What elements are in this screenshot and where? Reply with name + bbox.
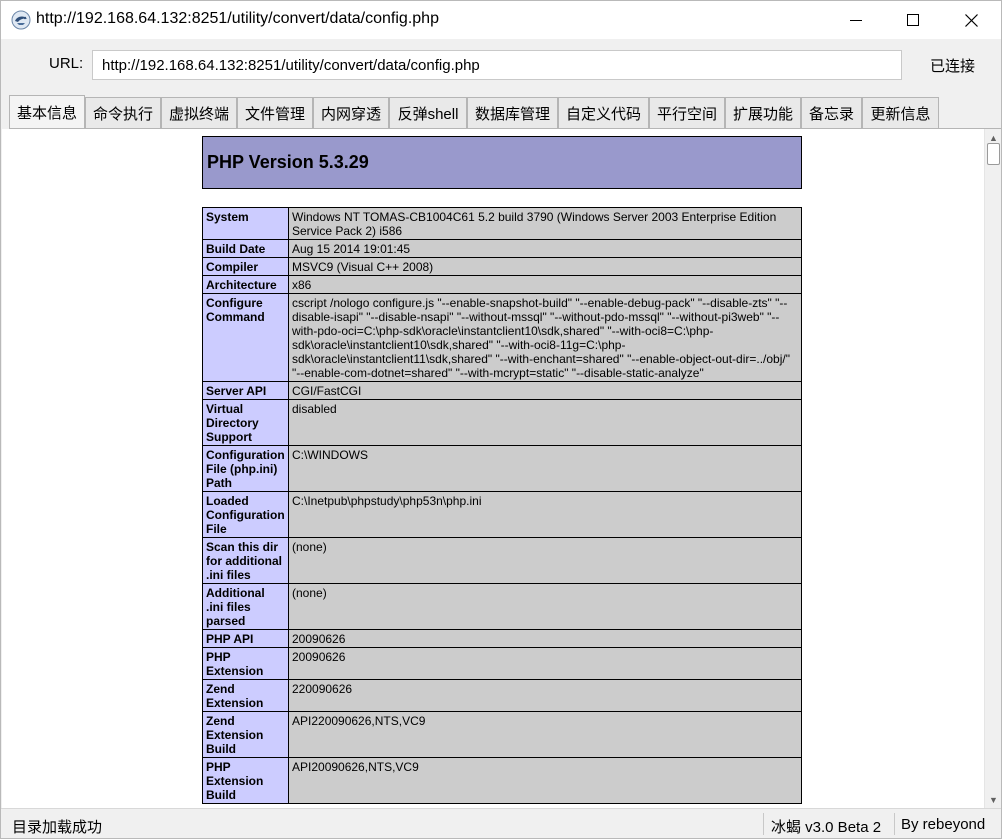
info-row: Zend Extension 220090626 xyxy=(202,679,802,712)
tab-command-exec[interactable]: 命令执行 xyxy=(85,97,161,128)
connection-status: 已连接 xyxy=(930,58,976,75)
scroll-down-arrow-icon[interactable]: ▼ xyxy=(985,791,1002,808)
info-key: Additional .ini files parsed xyxy=(202,583,289,630)
status-separator xyxy=(763,813,764,835)
status-separator xyxy=(894,813,895,835)
tab-intranet-tunnel[interactable]: 内网穿透 xyxy=(313,97,389,128)
tab-update-info[interactable]: 更新信息 xyxy=(862,97,939,128)
tab-parallel-space[interactable]: 平行空间 xyxy=(649,97,725,128)
info-key: Zend Extension Build xyxy=(202,711,289,758)
tab-extensions[interactable]: 扩展功能 xyxy=(725,97,801,128)
info-row: Build Date Aug 15 2014 19:01:45 xyxy=(202,239,802,258)
window-title: http://192.168.64.132:8251/utility/conve… xyxy=(36,10,439,27)
info-row: PHP API 20090626 xyxy=(202,629,802,648)
tab-reverse-shell[interactable]: 反弹shell xyxy=(389,97,467,128)
info-value: Windows NT TOMAS-CB1004C61 5.2 build 379… xyxy=(288,207,802,240)
scorpion-app-icon xyxy=(11,10,31,30)
info-row: Configuration File (php.ini) Path C:\WIND… xyxy=(202,445,802,492)
info-value: C:\WINDOWS xyxy=(288,445,802,492)
info-key: Configure Command xyxy=(202,293,289,382)
url-label: URL: xyxy=(49,55,84,72)
minimize-icon xyxy=(850,20,862,21)
info-value: (none) xyxy=(288,537,802,584)
info-value: (none) xyxy=(288,583,802,630)
info-value: 220090626 xyxy=(288,679,802,712)
php-version-title: PHP Version 5.3.29 xyxy=(207,152,369,172)
info-row: Scan this dir for additional .ini files(… xyxy=(202,537,802,584)
info-value: x86 xyxy=(288,275,802,294)
author-credit: By rebeyond xyxy=(901,816,986,833)
info-key: Architecture xyxy=(202,275,289,294)
tab-basic-info[interactable]: 基本信息 xyxy=(9,95,85,129)
status-message: 目录加载成功 xyxy=(12,819,103,836)
info-value: C:\Inetpub\phpstudy\php53n\php.ini xyxy=(288,491,802,538)
info-value: 20090626 xyxy=(288,647,802,680)
info-row: Loaded Configuration File C:\Inetpub\phps… xyxy=(202,491,802,538)
info-key: Compiler xyxy=(202,257,289,276)
info-key: Loaded Configuration File xyxy=(202,491,289,538)
info-key: PHP Extension xyxy=(202,647,289,680)
status-bar: 目录加载成功 冰蝎 v3.0 Beta 2 By rebeyond xyxy=(1,808,1001,838)
close-button[interactable] xyxy=(942,1,1000,39)
info-value: MSVC9 (Visual C++ 2008) xyxy=(288,257,802,276)
info-value: API220090626,NTS,VC9 xyxy=(288,711,802,758)
info-row: System Windows NT TOMAS-CB1004C61 5.2 bui… xyxy=(202,207,802,240)
close-icon xyxy=(964,13,978,27)
tab-virtual-terminal[interactable]: 虚拟终端 xyxy=(161,97,237,128)
app-version: 冰蝎 v3.0 Beta 2 xyxy=(771,819,882,836)
url-bar: URL: 已连接 xyxy=(1,39,1001,91)
info-key: Configuration File (php.ini) Path xyxy=(202,445,289,492)
info-row: Compiler MSVC9 (Visual C++ 2008) xyxy=(202,257,802,276)
info-key: System xyxy=(202,207,289,240)
info-row: Virtual Directory Support disabled xyxy=(202,399,802,446)
maximize-icon xyxy=(907,14,919,26)
title-bar[interactable]: http://192.168.64.132:8251/utility/conve… xyxy=(1,1,1001,39)
info-key: Server API xyxy=(202,381,289,400)
info-value: 20090626 xyxy=(288,629,802,648)
info-row: Additional .ini files parsed (none) xyxy=(202,583,802,630)
info-row: PHP Extension Build API20090626,NTS,VC9 xyxy=(202,757,802,804)
tab-file-manager[interactable]: 文件管理 xyxy=(237,97,313,128)
minimize-button[interactable] xyxy=(827,1,885,39)
vertical-scrollbar[interactable]: ▲ ▼ xyxy=(984,129,1001,808)
maximize-button[interactable] xyxy=(884,1,942,39)
info-key: PHP API xyxy=(202,629,289,648)
tab-custom-code[interactable]: 自定义代码 xyxy=(558,97,649,128)
info-row: Configure Command cscript /nologo configu… xyxy=(202,293,802,382)
info-key: Virtual Directory Support xyxy=(202,399,289,446)
app-window: http://192.168.64.132:8251/utility/conve… xyxy=(0,0,1002,839)
info-key: PHP Extension Build xyxy=(202,757,289,804)
info-row: Architecture x86 xyxy=(202,275,802,294)
phpinfo-table: System Windows NT TOMAS-CB1004C61 5.2 bui… xyxy=(202,207,802,804)
info-row: Server API CGI/FastCGI xyxy=(202,381,802,400)
scrollbar-thumb[interactable] xyxy=(987,143,1000,165)
url-input[interactable] xyxy=(92,50,902,80)
info-value: disabled xyxy=(288,399,802,446)
info-value: cscript /nologo configure.js "--enable-s… xyxy=(288,293,802,382)
info-value: API20090626,NTS,VC9 xyxy=(288,757,802,804)
phpinfo-view[interactable]: PHP Version 5.3.29 System Windows NT TOMA… xyxy=(2,129,984,808)
tab-bar: 基本信息 命令执行 虚拟终端 文件管理 内网穿透 反弹shell 数据库管理 自… xyxy=(1,93,1001,129)
info-key: Zend Extension xyxy=(202,679,289,712)
php-version-header: PHP Version 5.3.29 xyxy=(202,136,802,189)
info-row: PHP Extension 20090626 xyxy=(202,647,802,680)
tab-memo[interactable]: 备忘录 xyxy=(801,97,862,128)
tab-database-manager[interactable]: 数据库管理 xyxy=(467,97,558,128)
info-row: Zend Extension Build API220090626,NTS,VC9 xyxy=(202,711,802,758)
info-value: Aug 15 2014 19:01:45 xyxy=(288,239,802,258)
info-key: Build Date xyxy=(202,239,289,258)
info-key: Scan this dir for additional .ini files xyxy=(202,537,289,584)
info-value: CGI/FastCGI xyxy=(288,381,802,400)
